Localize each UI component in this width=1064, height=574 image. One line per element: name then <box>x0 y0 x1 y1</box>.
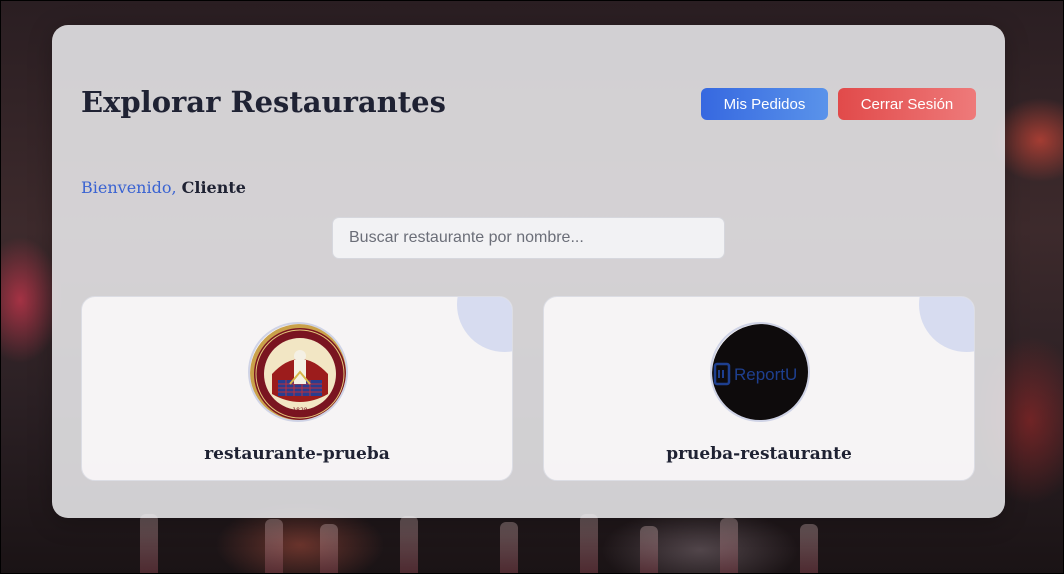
welcome-username: Cliente <box>181 178 246 197</box>
main-panel: Explorar Restaurantes Mis Pedidos Cerrar… <box>52 25 1005 518</box>
restaurant-search-input[interactable] <box>332 217 725 259</box>
restaurant-name: restaurante-prueba <box>204 444 390 464</box>
svg-text:ReportU: ReportU <box>734 365 797 384</box>
my-orders-button[interactable]: Mis Pedidos <box>701 88 828 120</box>
card-corner-decoration <box>457 297 512 352</box>
restaurant-name: prueba-restaurante <box>666 444 852 464</box>
page-title: Explorar Restaurantes <box>81 85 446 119</box>
welcome-message: Bienvenido, Cliente <box>81 178 246 197</box>
restaurant-card[interactable]: ReportU prueba-restaurante <box>543 296 975 481</box>
university-seal-logo: 1828 <box>248 322 348 422</box>
restaurant-card[interactable]: 1828 restaurante-prueba <box>81 296 513 481</box>
svg-text:1828: 1828 <box>292 407 307 414</box>
card-corner-decoration <box>919 297 974 352</box>
welcome-label: Bienvenido, <box>81 178 177 197</box>
logout-button[interactable]: Cerrar Sesión <box>838 88 976 120</box>
reportu-logo: ReportU <box>710 322 810 422</box>
